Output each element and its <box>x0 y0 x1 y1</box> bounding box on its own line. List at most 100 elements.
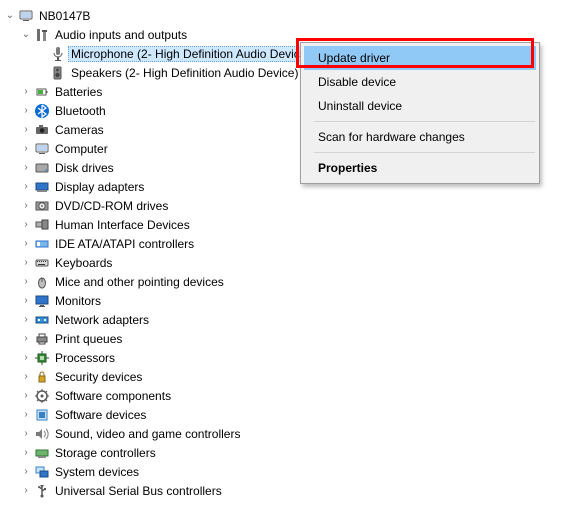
category-label: DVD/CD-ROM drives <box>52 198 171 214</box>
chevron-right-icon[interactable]: › <box>20 371 32 383</box>
tree-category[interactable]: › Storage controllers <box>4 443 562 462</box>
chevron-right-icon[interactable]: › <box>20 200 32 212</box>
menu-scan-hardware[interactable]: Scan for hardware changes <box>304 125 536 149</box>
category-label: Audio inputs and outputs <box>52 27 190 43</box>
cameras-icon <box>34 122 50 138</box>
tree-root[interactable]: ⌄ NB0147B <box>4 6 562 25</box>
category-label: Disk drives <box>52 160 117 176</box>
network-adapters-icon <box>34 312 50 328</box>
usb-controllers-icon <box>34 483 50 499</box>
batteries-icon <box>34 84 50 100</box>
sound-controllers-icon <box>34 426 50 442</box>
tree-category[interactable]: › Software components <box>4 386 562 405</box>
tree-category[interactable]: › Processors <box>4 348 562 367</box>
mice-icon <box>34 274 50 290</box>
category-label: IDE ATA/ATAPI controllers <box>52 236 197 252</box>
menu-separator <box>314 121 535 122</box>
tree-category[interactable]: › Monitors <box>4 291 562 310</box>
category-label: Sound, video and game controllers <box>52 426 243 442</box>
category-label: Storage controllers <box>52 445 159 461</box>
software-devices-icon <box>34 407 50 423</box>
chevron-right-icon[interactable]: › <box>20 447 32 459</box>
chevron-right-icon[interactable]: › <box>20 409 32 421</box>
category-label: Keyboards <box>52 255 115 271</box>
storage-controllers-icon <box>34 445 50 461</box>
hid-icon <box>34 217 50 233</box>
print-queues-icon <box>34 331 50 347</box>
audio-inputs-icon <box>34 27 50 43</box>
context-menu: Update driver Disable device Uninstall d… <box>300 42 540 184</box>
security-devices-icon <box>34 369 50 385</box>
chevron-down-icon[interactable]: ⌄ <box>4 10 16 22</box>
chevron-right-icon[interactable]: › <box>20 352 32 364</box>
software-components-icon <box>34 388 50 404</box>
tree-category[interactable]: › Security devices <box>4 367 562 386</box>
tree-category[interactable]: › System devices <box>4 462 562 481</box>
computer-icon <box>18 8 34 24</box>
keyboards-icon <box>34 255 50 271</box>
display-adapters-icon <box>34 179 50 195</box>
tree-category[interactable]: › Keyboards <box>4 253 562 272</box>
chevron-right-icon[interactable]: › <box>20 105 32 117</box>
category-label: Batteries <box>52 84 105 100</box>
category-label: Universal Serial Bus controllers <box>52 483 225 499</box>
chevron-right-icon[interactable]: › <box>20 219 32 231</box>
category-label: Computer <box>52 141 111 157</box>
chevron-right-icon[interactable]: › <box>20 181 32 193</box>
device-label: Speakers (2- High Definition Audio Devic… <box>68 65 301 81</box>
menu-uninstall-device[interactable]: Uninstall device <box>304 94 536 118</box>
microphone-icon <box>50 46 66 62</box>
category-label: System devices <box>52 464 142 480</box>
menu-update-driver[interactable]: Update driver <box>304 46 536 70</box>
menu-properties[interactable]: Properties <box>304 156 536 180</box>
chevron-right-icon[interactable]: › <box>20 86 32 98</box>
chevron-right-icon[interactable]: › <box>20 333 32 345</box>
category-label: Security devices <box>52 369 145 385</box>
chevron-down-icon[interactable]: ⌄ <box>20 29 32 41</box>
device-label: Microphone (2- High Definition Audio Dev… <box>68 46 313 62</box>
dvd-cd-icon <box>34 198 50 214</box>
category-label: Bluetooth <box>52 103 109 119</box>
chevron-right-icon[interactable]: › <box>20 485 32 497</box>
chevron-right-icon[interactable]: › <box>20 238 32 250</box>
category-label: Mice and other pointing devices <box>52 274 227 290</box>
category-label: Print queues <box>52 331 125 347</box>
category-label: Display adapters <box>52 179 147 195</box>
tree-category[interactable]: › Universal Serial Bus controllers <box>4 481 562 500</box>
chevron-right-icon[interactable]: › <box>20 390 32 402</box>
category-label: Human Interface Devices <box>52 217 193 233</box>
menu-disable-device[interactable]: Disable device <box>304 70 536 94</box>
chevron-right-icon[interactable]: › <box>20 295 32 307</box>
disk-drives-icon <box>34 160 50 176</box>
processors-icon <box>34 350 50 366</box>
chevron-right-icon[interactable]: › <box>20 276 32 288</box>
root-label: NB0147B <box>36 8 93 24</box>
chevron-right-icon[interactable]: › <box>20 162 32 174</box>
tree-category[interactable]: › Sound, video and game controllers <box>4 424 562 443</box>
tree-category[interactable]: › IDE ATA/ATAPI controllers <box>4 234 562 253</box>
category-label: Software components <box>52 388 174 404</box>
tree-category[interactable]: › Network adapters <box>4 310 562 329</box>
menu-separator <box>314 152 535 153</box>
tree-category[interactable]: › Mice and other pointing devices <box>4 272 562 291</box>
chevron-right-icon[interactable]: › <box>20 124 32 136</box>
tree-category[interactable]: › Human Interface Devices <box>4 215 562 234</box>
bluetooth-icon <box>34 103 50 119</box>
category-label: Cameras <box>52 122 107 138</box>
category-label: Software devices <box>52 407 149 423</box>
chevron-right-icon[interactable]: › <box>20 466 32 478</box>
system-devices-icon <box>34 464 50 480</box>
tree-category[interactable]: › Software devices <box>4 405 562 424</box>
category-label: Monitors <box>52 293 104 309</box>
category-label: Processors <box>52 350 118 366</box>
category-label: Network adapters <box>52 312 152 328</box>
chevron-right-icon[interactable]: › <box>20 314 32 326</box>
chevron-right-icon[interactable]: › <box>20 143 32 155</box>
ide-ata-icon <box>34 236 50 252</box>
speakers-icon <box>50 65 66 81</box>
tree-category[interactable]: › Print queues <box>4 329 562 348</box>
chevron-right-icon[interactable]: › <box>20 257 32 269</box>
computer-icon <box>34 141 50 157</box>
chevron-right-icon[interactable]: › <box>20 428 32 440</box>
tree-category[interactable]: › DVD/CD-ROM drives <box>4 196 562 215</box>
